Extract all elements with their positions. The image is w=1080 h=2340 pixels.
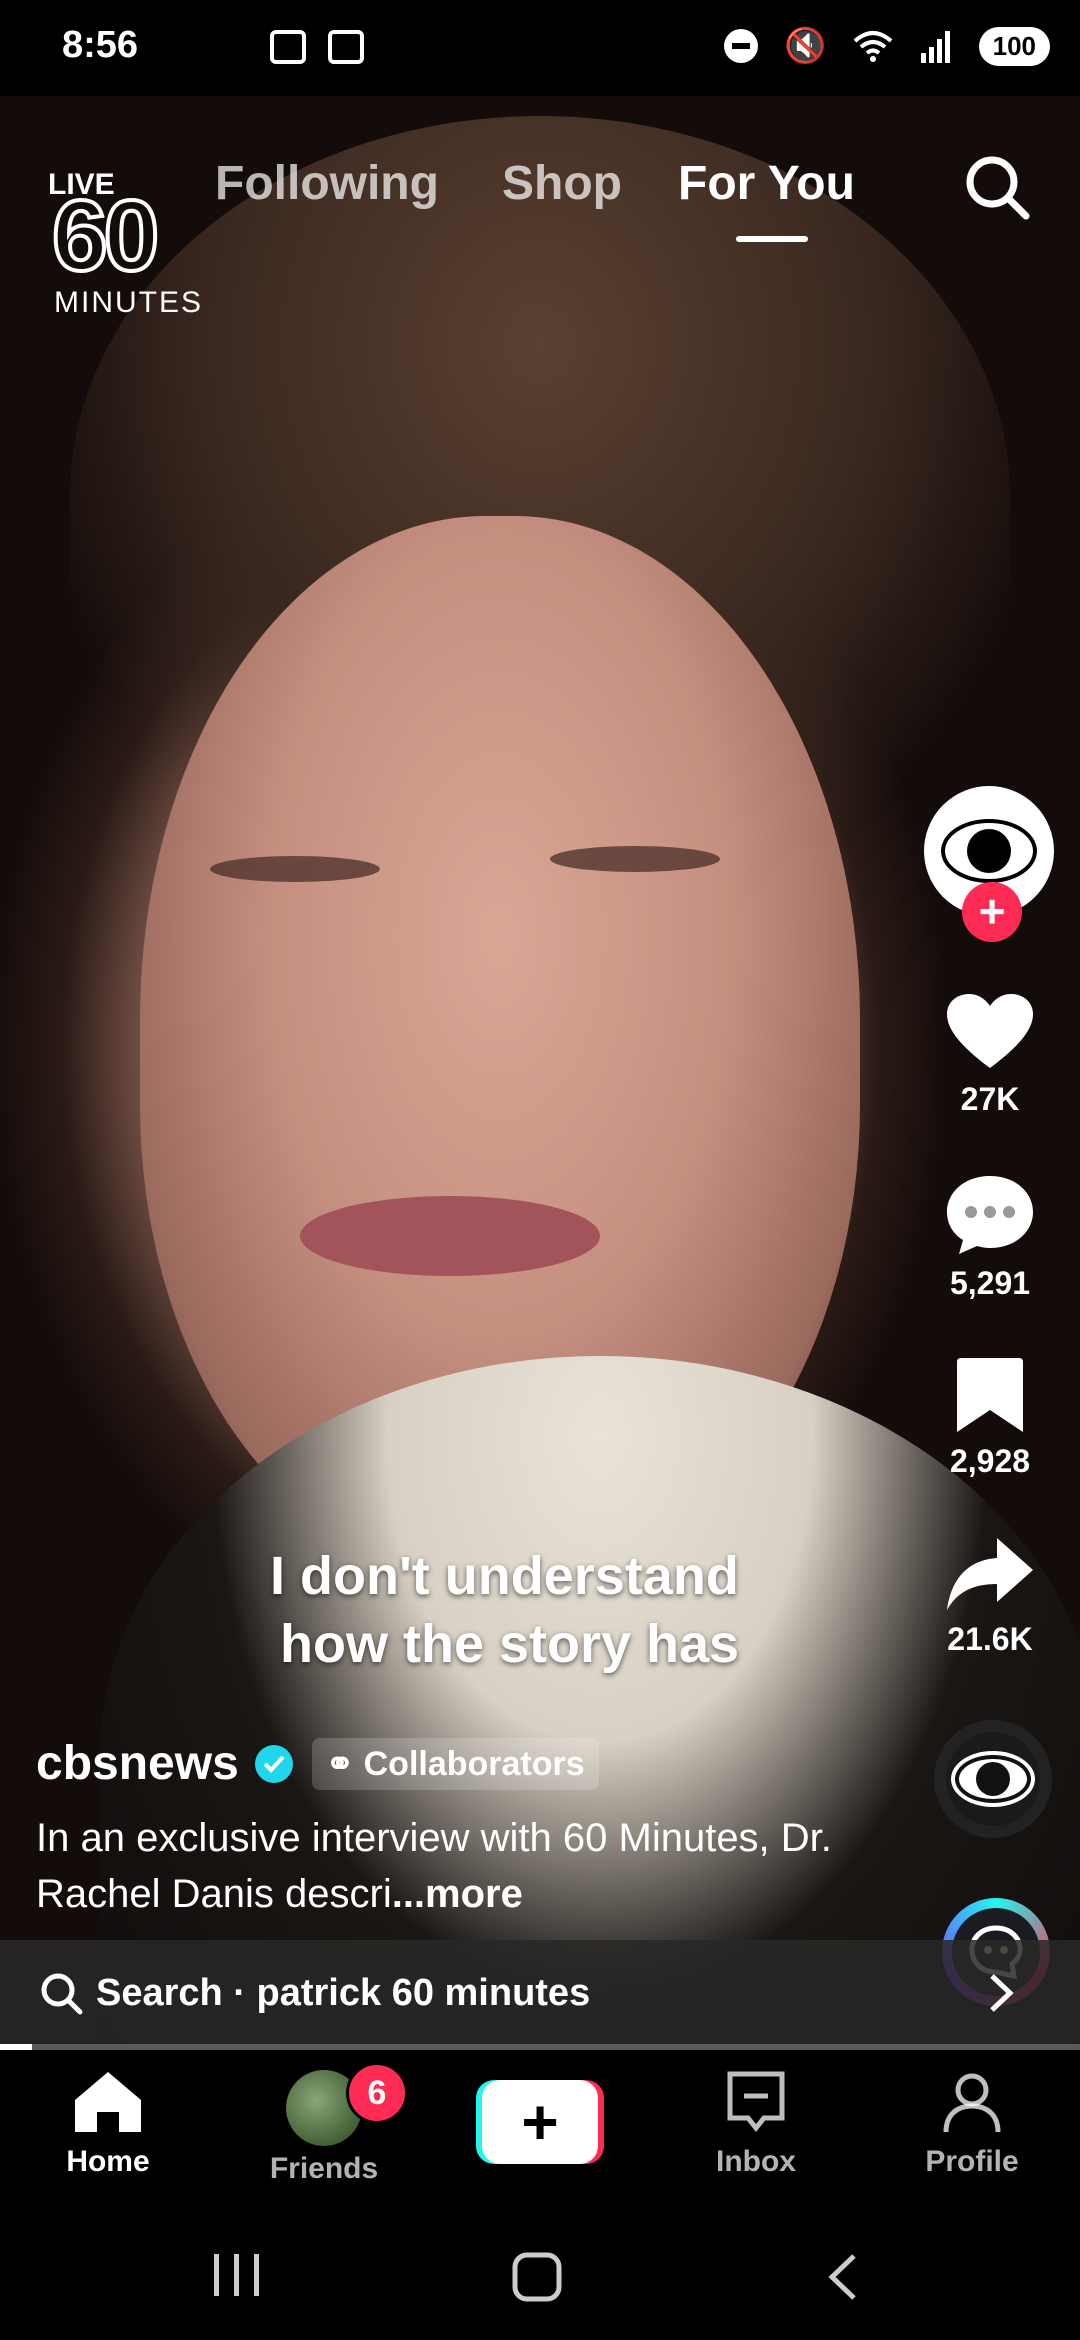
like-count: 27K [960,1081,1020,1117]
comment-icon [947,1176,1033,1254]
logo-number: 60 [50,180,161,292]
creator-username[interactable]: cbsnews [36,1736,239,1791]
logo-word: MINUTES [54,286,203,319]
caption-line-1: I don't understand [270,1546,739,1606]
top-navigation: LIVE 60 MINUTES Following Shop For You [0,96,1080,319]
video-caption: I don't understand how the story has [270,1542,739,1678]
comment-count: 5,291 [949,1265,1031,1301]
cbs-eye-icon [951,1751,1035,1807]
profile-icon [943,2073,1001,2133]
wifi-icon [853,31,892,62]
video-subject-eye-right [550,846,720,872]
post-info: cbsnews ⚭ Collaborators [36,1736,599,1791]
bottom-tab-bar: Home 6 Friends + Inbox Profile [0,2050,1080,2210]
share-count: 21.6K [947,1621,1033,1657]
tab-following[interactable]: Following [215,156,439,211]
status-bar: 8:56 🔇 100 [0,0,1080,96]
friends-notification-badge: 6 [346,2062,408,2124]
inbox-icon [727,2071,785,2133]
tab-shop[interactable]: Shop [502,156,622,211]
verified-badge-icon [255,1744,294,1783]
collab-label: Collaborators [363,1744,585,1783]
status-time: 8:56 [62,24,139,66]
search-icon[interactable] [962,152,1032,222]
video-subject-mouth [300,1196,600,1276]
battery-indicator: 100 [978,26,1050,66]
system-navigation-bar [0,2210,1080,2340]
home-icon [75,2072,141,2132]
tab-inbox-label: Inbox [716,2145,796,2178]
collab-icon: ⚭ [325,1744,355,1783]
creator-avatar[interactable]: + [924,786,1054,942]
tab-home-label: Home [66,2145,150,2178]
chevron-right-icon [990,1974,1014,2012]
post-description[interactable]: In an exclusive interview with 60 Minute… [36,1810,876,1922]
save-count: 2,928 [949,1443,1031,1479]
video-subject-eye-left [210,856,380,882]
status-right-icons: 🔇 100 [724,26,1050,66]
screenshot-icon [270,30,306,64]
caption-line-2: how the story has [280,1614,740,1674]
do-not-disturb-icon [724,29,759,63]
share-icon [947,1538,1033,1610]
comment-button[interactable]: 5,291 [920,1172,1060,1302]
tab-profile-label: Profile [925,2145,1019,2178]
music-disc[interactable] [934,1720,1052,1838]
home-nav-icon[interactable] [510,2250,564,2304]
heart-icon [947,994,1033,1068]
search-suggestion-bar[interactable]: Search · patrick 60 minutes [0,1940,1080,2050]
like-button[interactable]: 27K [920,992,1060,1118]
tab-friends[interactable]: 6 Friends [234,2062,414,2186]
active-tab-indicator [736,236,808,242]
search-icon [41,1973,83,2015]
plus-icon: + [482,2080,598,2164]
search-suggestion-text: Search · patrick 60 minutes [96,1972,591,2014]
tab-profile[interactable]: Profile [882,2070,1062,2179]
save-button[interactable]: 2,928 [920,1356,1060,1480]
tab-for-you[interactable]: For You [678,156,855,211]
screen-record-icon [328,30,364,64]
recent-apps-icon[interactable] [210,2250,264,2300]
mute-icon: 🔇 [784,27,827,65]
signal-icon [920,31,950,63]
collaborators-button[interactable]: ⚭ Collaborators [311,1737,599,1790]
back-icon[interactable] [822,2250,862,2304]
friends-avatar-wrap: 6 [234,2062,414,2146]
tab-home[interactable]: Home [18,2070,198,2179]
create-button[interactable]: + [476,2080,604,2164]
tab-friends-label: Friends [269,2152,379,2185]
tab-inbox[interactable]: Inbox [666,2070,846,2179]
follow-button[interactable]: + [962,882,1022,942]
more-button[interactable]: ...more [392,1872,523,1916]
share-button[interactable]: 21.6K [920,1536,1060,1658]
status-notification-icons [270,30,364,64]
cbs-eye-icon [941,819,1037,883]
bookmark-icon [957,1358,1023,1432]
